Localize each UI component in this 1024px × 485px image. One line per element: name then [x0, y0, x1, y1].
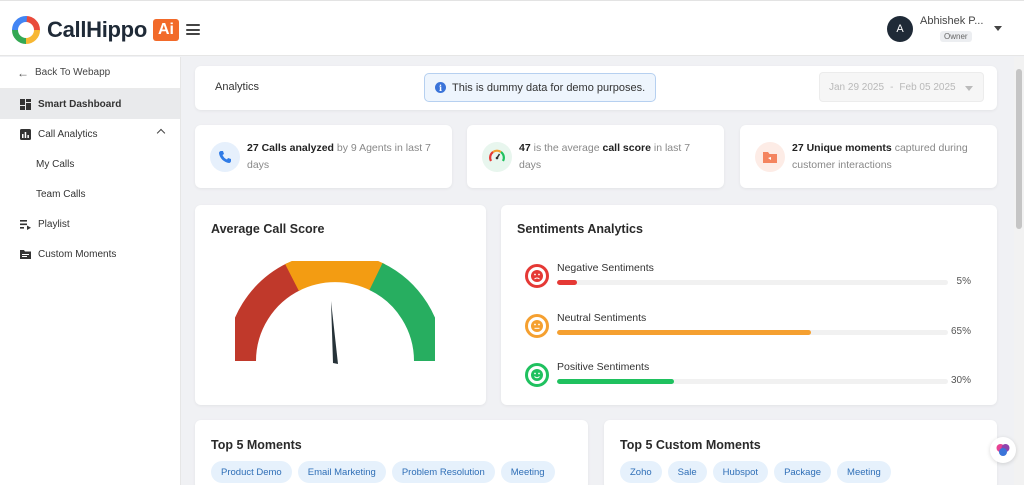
brain-icon — [996, 444, 1010, 456]
top-custom-moments-card: Top 5 Custom Moments Zoho Sale Hubspot Pack… — [604, 420, 997, 485]
back-label: Back To Webapp — [35, 67, 111, 78]
sentiment-bar — [557, 379, 948, 384]
sentiment-row-neutral: Neutral Sentiments 65% — [525, 311, 971, 341]
moment-chip[interactable]: Product Demo — [211, 461, 292, 483]
stat-text: 27 Unique moments captured during custom… — [792, 142, 968, 171]
sidebar-item-label: Call Analytics — [38, 128, 98, 140]
moment-chip[interactable]: Email Marketing — [297, 461, 386, 483]
moment-chip[interactable]: Meeting — [500, 461, 555, 483]
card-title: Average Call Score — [211, 222, 325, 236]
sentiment-percent: 65% — [950, 326, 971, 337]
ai-assistant-button[interactable] — [990, 437, 1016, 463]
happy-face-icon — [525, 363, 549, 387]
page-scrollbar[interactable] — [1014, 57, 1024, 485]
moment-chip[interactable]: Problem Resolution — [391, 461, 495, 483]
sidebar-item-playlist[interactable]: Playlist — [0, 209, 180, 239]
callhippo-logo-icon — [12, 16, 40, 44]
sentiment-bar — [557, 280, 948, 285]
gauge-needle — [331, 301, 338, 364]
sentiment-row-negative: Negative Sentiments 5% — [525, 261, 971, 291]
sentiment-row-positive: Positive Sentiments 30% — [525, 360, 971, 390]
date-range-picker[interactable]: Jan 29 2025 - Feb 05 2025 — [819, 72, 984, 102]
moment-chip[interactable]: Zoho — [620, 461, 662, 483]
info-icon: i — [435, 82, 446, 93]
folder-icon — [19, 248, 31, 260]
custom-moment-chips: Zoho Sale Hubspot Package Meeting — [620, 461, 891, 483]
user-role-badge: Owner — [940, 31, 972, 42]
sentiment-percent: 30% — [950, 375, 971, 386]
stat-card-average-score: 47 is the average call score in last 7 d… — [467, 125, 724, 188]
date-separator: - — [890, 81, 894, 93]
demo-note-text: This is dummy data for demo purposes. — [452, 81, 646, 94]
avatar: A — [887, 15, 913, 42]
user-name: Abhishek P... — [920, 15, 984, 27]
analytics-header: Analytics i This is dummy data for demo … — [195, 66, 997, 110]
sidebar-item-my-calls[interactable]: My Calls — [0, 149, 180, 179]
sidebar: ← Back To Webapp Smart Dashboard Call An… — [0, 57, 181, 485]
stat-card-unique-moments: 27 Unique moments captured during custom… — [740, 125, 997, 188]
brand-badge: Ai — [152, 19, 179, 41]
sidebar-item-call-analytics[interactable]: Call Analytics — [0, 119, 180, 149]
gauge-icon — [482, 142, 512, 172]
sad-face-icon — [525, 264, 549, 288]
card-title: Top 5 Moments — [211, 438, 302, 452]
chevron-down-icon — [965, 86, 973, 91]
page-title: Analytics — [215, 81, 260, 93]
stat-text: 47 is the average call score in last 7 d… — [519, 142, 691, 171]
top-header: CallHippo Ai A Abhishek P... Owner — [0, 0, 1024, 56]
bar-chart-icon — [19, 128, 31, 140]
stat-text: 27 Calls analyzed by 9 Agents in last 7 … — [247, 142, 431, 171]
sentiment-fill — [557, 330, 812, 335]
sidebar-item-custom-moments[interactable]: Custom Moments — [0, 239, 180, 269]
sidebar-item-team-calls[interactable]: Team Calls — [0, 179, 180, 209]
folder-icon — [755, 142, 785, 172]
brand-name: CallHippo — [47, 17, 147, 42]
back-to-webapp-link[interactable]: ← Back To Webapp — [0, 57, 180, 89]
date-from: Jan 29 2025 — [829, 81, 885, 93]
sidebar-item-label: Smart Dashboard — [38, 98, 122, 110]
sidebar-item-label: Team Calls — [36, 188, 86, 200]
moment-chip[interactable]: Meeting — [837, 461, 891, 483]
sentiment-bar — [557, 330, 948, 335]
sentiment-percent: 5% — [956, 276, 971, 287]
moment-chip[interactable]: Sale — [667, 461, 707, 483]
moment-chip[interactable]: Package — [774, 461, 832, 483]
scroll-thumb[interactable] — [1016, 69, 1022, 229]
sentiments-analytics-card: Sentiments Analytics Negative Sentiments… — [501, 205, 997, 405]
chevron-up-icon[interactable] — [156, 128, 166, 138]
menu-toggle-icon[interactable] — [186, 24, 200, 35]
sentiment-label: Negative Sentiments — [557, 262, 654, 274]
moment-chips: Product Demo Email Marketing Problem Resol… — [211, 461, 555, 483]
top-moments-card: Top 5 Moments Product Demo Email Marketin… — [195, 420, 588, 485]
demo-data-notice: i This is dummy data for demo purposes. — [424, 73, 657, 102]
sidebar-item-label: My Calls — [36, 158, 75, 170]
sentiment-fill — [557, 280, 577, 285]
moment-chip[interactable]: Hubspot — [712, 461, 769, 483]
sentiment-fill — [557, 379, 675, 384]
date-to: Feb 05 2025 — [899, 81, 956, 93]
average-call-score-card: Average Call Score 47 — [195, 205, 486, 405]
phone-icon — [210, 142, 240, 172]
arrow-left-icon: ← — [17, 65, 29, 80]
card-title: Top 5 Custom Moments — [620, 438, 761, 452]
card-title: Sentiments Analytics — [517, 222, 643, 236]
brand-logo[interactable]: CallHippo Ai — [11, 15, 179, 45]
chevron-down-icon[interactable] — [994, 26, 1002, 31]
user-menu[interactable]: A Abhishek P... Owner — [887, 15, 1002, 42]
sentiment-label: Neutral Sentiments — [557, 312, 647, 324]
score-gauge — [235, 261, 435, 364]
neutral-face-icon — [525, 314, 549, 338]
dashboard-icon — [19, 98, 31, 110]
sidebar-item-label: Playlist — [38, 218, 70, 230]
sidebar-item-smart-dashboard[interactable]: Smart Dashboard — [0, 89, 180, 119]
sentiment-label: Positive Sentiments — [557, 361, 650, 373]
playlist-icon — [19, 218, 31, 230]
stat-card-calls-analyzed: 27 Calls analyzed by 9 Agents in last 7 … — [195, 125, 452, 188]
sidebar-item-label: Custom Moments — [38, 248, 117, 260]
